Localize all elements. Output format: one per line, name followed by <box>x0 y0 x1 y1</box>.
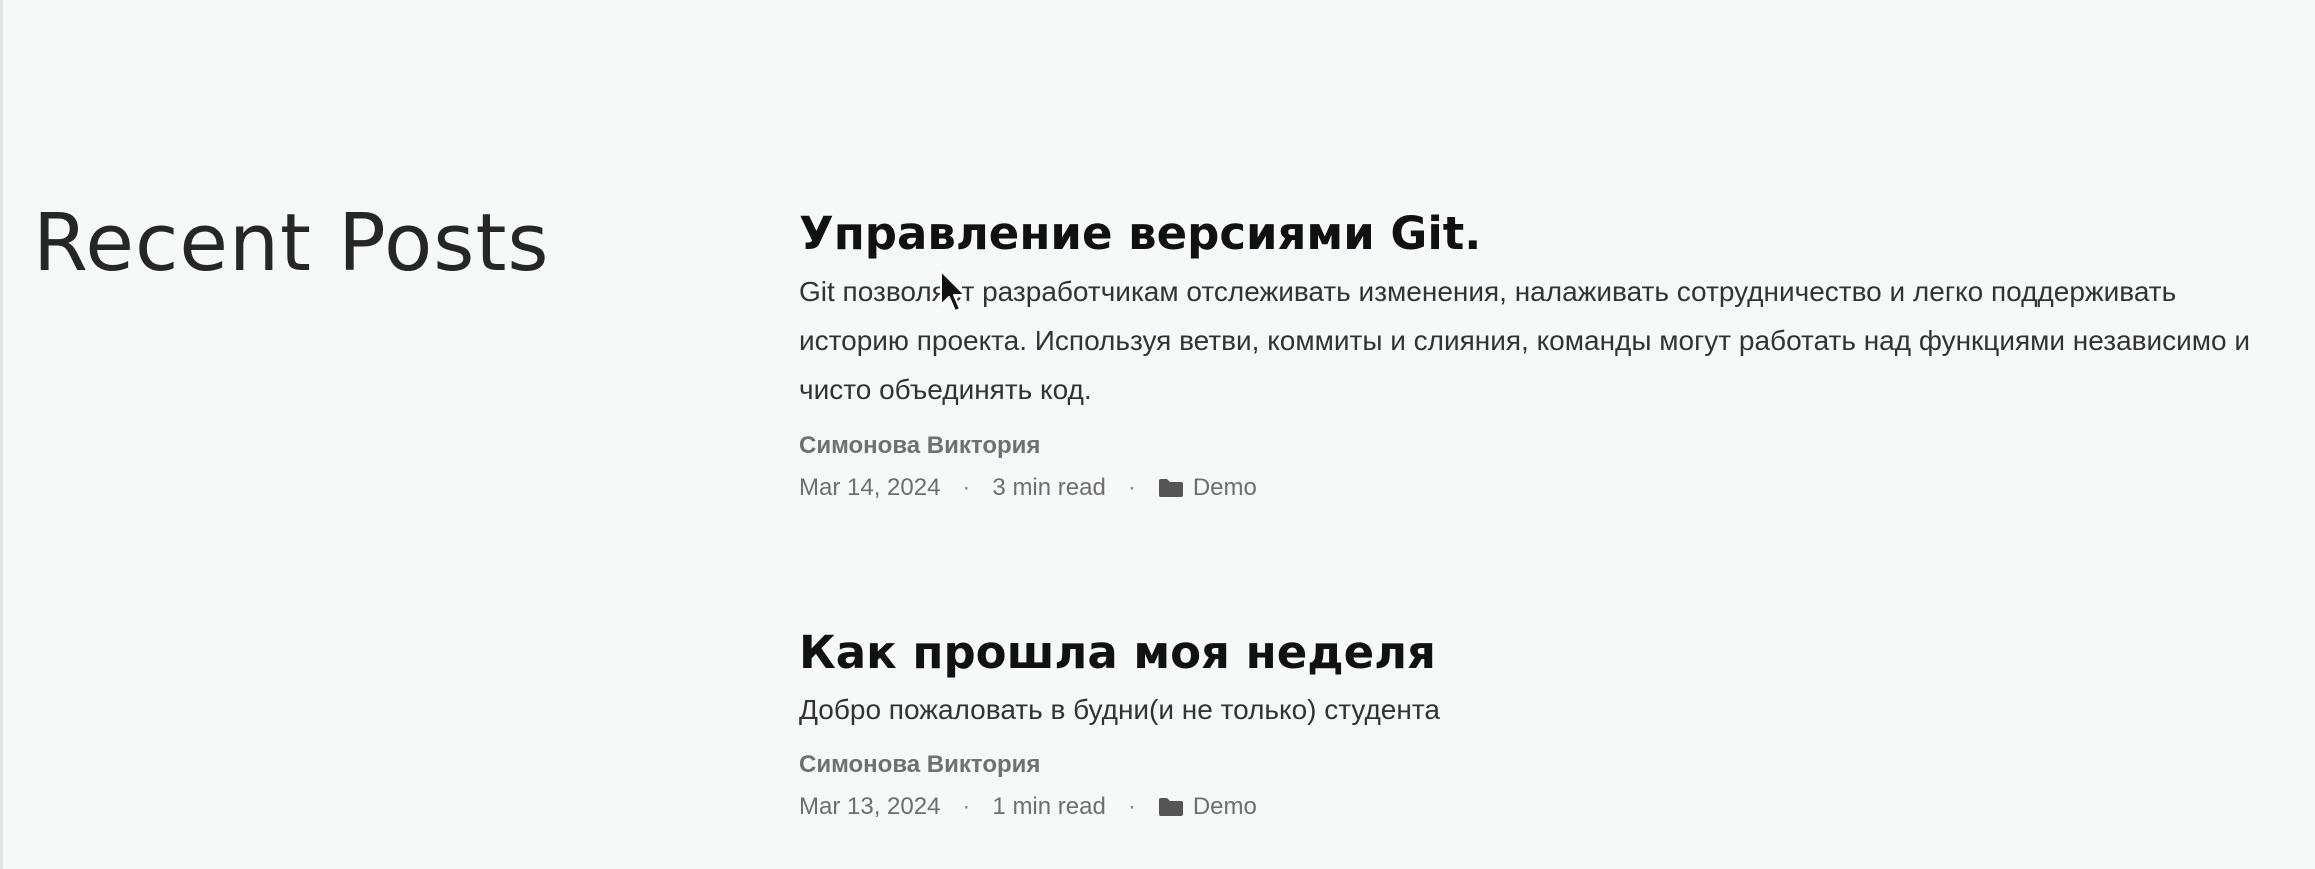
mouse-pointer-icon <box>939 269 969 315</box>
folder-icon <box>1158 478 1184 498</box>
post-summary: Git позволяет разработчикам отслеживать … <box>799 276 2251 405</box>
post-category-link[interactable]: Demo <box>1193 790 1257 824</box>
post-title-link[interactable]: Управление версиями Git. <box>799 203 2279 265</box>
post-meta: Mar 13, 2024 · 1 min read · Demo <box>799 790 2279 824</box>
post-title-link[interactable]: Как прошла моя неделя <box>799 622 2279 684</box>
meta-separator: · <box>1127 474 1136 501</box>
post-item: Управление версиями Git. Git позволяет р… <box>799 203 2279 505</box>
post-author: Симонова Виктория <box>799 432 1041 459</box>
post-date: Mar 14, 2024 <box>799 474 941 501</box>
post-category-link[interactable]: Demo <box>1193 471 1257 505</box>
meta-separator: · <box>1127 793 1136 820</box>
post-read-time: 1 min read <box>992 793 1106 820</box>
meta-separator: · <box>962 474 971 501</box>
post-summary: Добро пожаловать в будни(и не только) ст… <box>799 694 1440 725</box>
page-left-border <box>0 0 3 869</box>
meta-separator: · <box>962 793 971 820</box>
post-author: Симонова Виктория <box>799 751 1041 778</box>
post-read-time: 3 min read <box>992 474 1106 501</box>
folder-icon <box>1158 797 1184 817</box>
post-date: Mar 13, 2024 <box>799 793 941 820</box>
post-item: Как прошла моя неделя Добро пожаловать в… <box>799 622 2279 824</box>
section-title: Recent Posts <box>33 197 550 289</box>
post-meta: Mar 14, 2024 · 3 min read · Demo <box>799 471 2279 505</box>
